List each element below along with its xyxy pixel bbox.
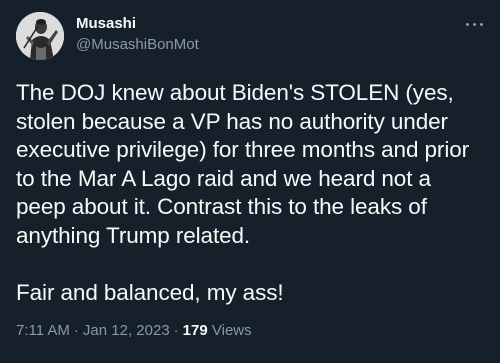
more-horizontal-icon-dot bbox=[480, 23, 483, 26]
views-label: Views bbox=[211, 322, 252, 339]
more-horizontal-icon bbox=[466, 23, 469, 26]
tweet-card: Musashi @MusashiBonMot The DOJ knew abou… bbox=[0, 0, 500, 363]
samurai-portrait-avatar bbox=[16, 12, 64, 60]
tweet-meta: 7:11 AM · Jan 12, 2023 · 179 Views bbox=[16, 321, 252, 341]
more-horizontal-icon-dot bbox=[473, 23, 476, 26]
author-display-name[interactable]: Musashi bbox=[76, 14, 199, 34]
tweet-paragraph: Fair and balanced, my ass! bbox=[16, 279, 284, 305]
tweet-time[interactable]: 7:11 AM bbox=[16, 322, 70, 339]
more-options-button[interactable] bbox=[464, 18, 486, 32]
tweet-date[interactable]: Jan 12, 2023 bbox=[83, 322, 170, 339]
avatar[interactable] bbox=[16, 12, 64, 60]
tweet-text: The DOJ knew about Biden's STOLEN (yes, … bbox=[16, 79, 486, 307]
views-count[interactable]: 179 bbox=[183, 322, 208, 339]
author-handle[interactable]: @MusashiBonMot bbox=[76, 35, 199, 55]
tweet-paragraph: The DOJ knew about Biden's STOLEN (yes, … bbox=[16, 80, 470, 248]
meta-separator: · bbox=[173, 322, 179, 339]
author-info: Musashi @MusashiBonMot bbox=[76, 14, 199, 55]
meta-separator: · bbox=[73, 322, 79, 339]
